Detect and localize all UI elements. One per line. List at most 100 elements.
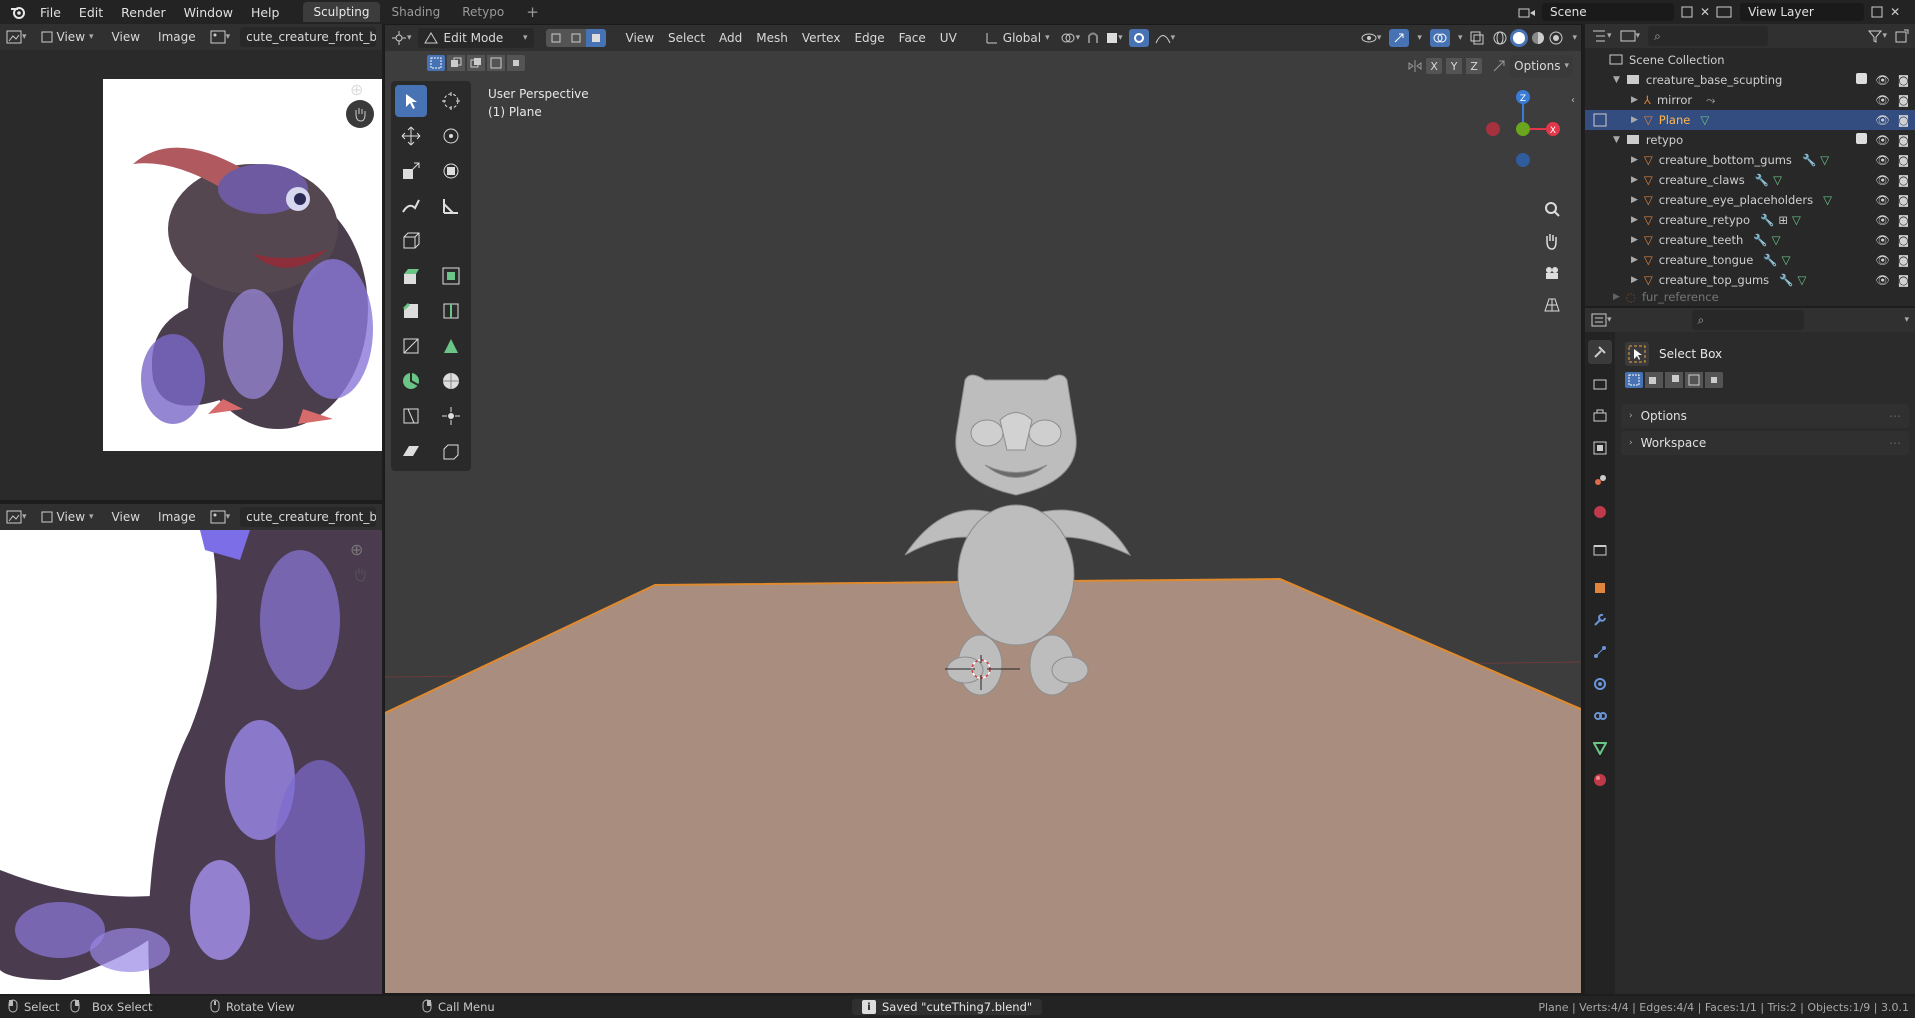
expand-arrow-icon[interactable]: ▶: [1631, 115, 1638, 125]
camera-icon[interactable]: ◙: [1898, 213, 1909, 227]
image-browse-icon[interactable]: ▾: [210, 510, 230, 524]
select-extend-icon[interactable]: [1645, 372, 1663, 388]
output-tab-icon[interactable]: [1588, 404, 1612, 428]
copy-view-layer-icon[interactable]: [1870, 5, 1884, 19]
eye-icon[interactable]: 👁: [1875, 73, 1890, 87]
outliner-row-object[interactable]: ▶ ▽ creature_top_gums 🔧 ▽ 👁 ◙: [1585, 270, 1915, 290]
select-invert-icon[interactable]: [1685, 372, 1703, 388]
menu-render[interactable]: Render: [113, 5, 174, 20]
camera-icon[interactable]: ◙: [1898, 233, 1909, 247]
eye-icon[interactable]: 👁: [1875, 113, 1890, 127]
view-mode-dropdown[interactable]: View ▾: [37, 506, 98, 528]
eye-icon[interactable]: 👁: [1875, 273, 1890, 287]
expand-arrow-icon[interactable]: ▶: [1631, 95, 1638, 105]
camera-view-icon[interactable]: [1540, 261, 1564, 285]
new-collection-icon[interactable]: [1895, 29, 1909, 43]
sidebar-toggle-icon[interactable]: ‹: [1571, 95, 1575, 106]
camera-icon[interactable]: ◙: [1898, 153, 1909, 167]
view-layer-icon[interactable]: [1716, 5, 1734, 19]
outliner-row-object[interactable]: ▶ ⅄ mirror ⤳ 👁 ◙: [1585, 90, 1915, 110]
zoom-icon[interactable]: ⊕: [350, 80, 363, 99]
expand-arrow-icon[interactable]: ▶: [1613, 292, 1620, 302]
image-name-field[interactable]: cute_creature_front_back...: [240, 507, 376, 527]
outliner-row-object[interactable]: ▶ ▽ creature_claws 🔧 ▽ 👁 ◙: [1585, 170, 1915, 190]
workspace-section[interactable]: › Workspace ⋯: [1621, 431, 1909, 455]
scene-name-field[interactable]: Scene: [1542, 3, 1674, 21]
properties-search-field[interactable]: ⌕: [1691, 310, 1804, 330]
render-tab-icon[interactable]: [1588, 372, 1612, 396]
view-layer-tab-icon[interactable]: [1588, 436, 1612, 460]
eye-icon[interactable]: 👁: [1875, 253, 1890, 267]
eye-icon[interactable]: 👁: [1875, 233, 1890, 247]
menu-view[interactable]: View: [108, 26, 144, 48]
scene-tab-icon[interactable]: [1588, 468, 1612, 492]
expand-arrow-icon[interactable]: ▶: [1631, 235, 1638, 245]
menu-image[interactable]: Image: [154, 506, 200, 528]
outliner-search-field[interactable]: ⌕: [1648, 26, 1769, 46]
camera-icon[interactable]: ◙: [1898, 73, 1909, 87]
view-mode-dropdown[interactable]: View ▾: [37, 26, 98, 48]
expand-arrow-icon[interactable]: ▶: [1631, 215, 1638, 225]
outliner-row-object[interactable]: ▶ ▽ creature_tongue 🔧 ▽ 👁 ◙: [1585, 250, 1915, 270]
menu-image[interactable]: Image: [154, 26, 200, 48]
select-intersect-icon[interactable]: [1705, 372, 1723, 388]
editor-type-icon[interactable]: ▾: [6, 30, 27, 44]
collection-tab-icon[interactable]: [1588, 538, 1612, 562]
particles-tab-icon[interactable]: [1588, 640, 1612, 664]
eye-icon[interactable]: 👁: [1875, 213, 1890, 227]
editor-type-icon[interactable]: ▾: [6, 510, 27, 524]
menu-window[interactable]: Window: [176, 5, 241, 20]
camera-icon[interactable]: ◙: [1898, 133, 1909, 147]
select-subtract-icon[interactable]: [1665, 372, 1683, 388]
menu-view[interactable]: View: [108, 506, 144, 528]
view-layer-field[interactable]: View Layer: [1740, 3, 1865, 21]
properties-options-icon[interactable]: ▾: [1904, 315, 1909, 325]
image-browse-icon[interactable]: ▾: [210, 30, 230, 44]
outliner-row-object[interactable]: ▶ ▽ creature_teeth 🔧 ▽ 👁 ◙: [1585, 230, 1915, 250]
eye-icon[interactable]: 👁: [1875, 133, 1890, 147]
outliner-row-collection[interactable]: ▼ retypo 👁 ◙: [1585, 130, 1915, 150]
checkbox-icon[interactable]: [1856, 73, 1868, 84]
expand-arrow-icon[interactable]: ▶: [1631, 275, 1638, 285]
expand-arrow-icon[interactable]: ▼: [1613, 75, 1620, 85]
editor-type-icon[interactable]: ▾: [1591, 313, 1612, 327]
tab-shading[interactable]: Shading: [382, 2, 451, 22]
editor-type-icon[interactable]: ▾: [1591, 29, 1612, 43]
camera-icon[interactable]: ◙: [1898, 193, 1909, 207]
tab-sculpting[interactable]: Sculpting: [303, 2, 380, 22]
constraints-tab-icon[interactable]: [1588, 704, 1612, 728]
menu-edit[interactable]: Edit: [71, 5, 111, 20]
delete-scene-icon[interactable]: ✕: [1700, 5, 1710, 19]
pan-hand-icon[interactable]: [346, 560, 374, 588]
menu-help[interactable]: Help: [243, 5, 288, 20]
modifiers-tab-icon[interactable]: [1588, 608, 1612, 632]
expand-arrow-icon[interactable]: ▼: [1613, 135, 1620, 145]
expand-arrow-icon[interactable]: ▶: [1631, 155, 1638, 165]
camera-icon[interactable]: ◙: [1898, 113, 1909, 127]
expand-arrow-icon[interactable]: ▶: [1631, 195, 1638, 205]
checkbox-icon[interactable]: [1856, 133, 1868, 144]
outliner-row-object[interactable]: ▶ ▽ creature_bottom_gums 🔧 ▽ 👁 ◙: [1585, 150, 1915, 170]
object-tab-icon[interactable]: [1588, 576, 1612, 600]
delete-view-layer-icon[interactable]: ✕: [1890, 5, 1900, 19]
add-workspace-button[interactable]: +: [516, 0, 549, 24]
expand-arrow-icon[interactable]: ▶: [1631, 175, 1638, 185]
tool-tab-icon[interactable]: [1588, 340, 1612, 364]
3d-viewport[interactable]: ▾ Edit Mode ▾ View Select Add Mesh Vertex…: [384, 24, 1582, 994]
tab-retypo[interactable]: Retypo: [452, 2, 514, 22]
outliner-row-collection[interactable]: ▼ creature_base_scupting 👁 ◙: [1585, 70, 1915, 90]
image-canvas-top[interactable]: ⊕: [0, 50, 382, 500]
physics-tab-icon[interactable]: [1588, 672, 1612, 696]
display-mode-icon[interactable]: ▾: [1620, 29, 1640, 43]
mesh-data-tab-icon[interactable]: [1588, 736, 1612, 760]
perspective-toggle-icon[interactable]: [1540, 293, 1564, 317]
material-tab-icon[interactable]: [1588, 768, 1612, 792]
outliner-row-object[interactable]: ▶ ▽ creature_eye_placeholders ▽ 👁 ◙: [1585, 190, 1915, 210]
expand-arrow-icon[interactable]: ▶: [1631, 255, 1638, 265]
outliner-row-object[interactable]: ▶ ▽ creature_retypo 🔧 ⊞ ▽ 👁 ◙: [1585, 210, 1915, 230]
zoom-view-icon[interactable]: [1540, 197, 1564, 221]
eye-icon[interactable]: 👁: [1875, 93, 1890, 107]
camera-icon[interactable]: ◙: [1898, 273, 1909, 287]
image-canvas-bottom[interactable]: ⊕: [0, 530, 382, 994]
pan-hand-icon[interactable]: [346, 100, 374, 128]
